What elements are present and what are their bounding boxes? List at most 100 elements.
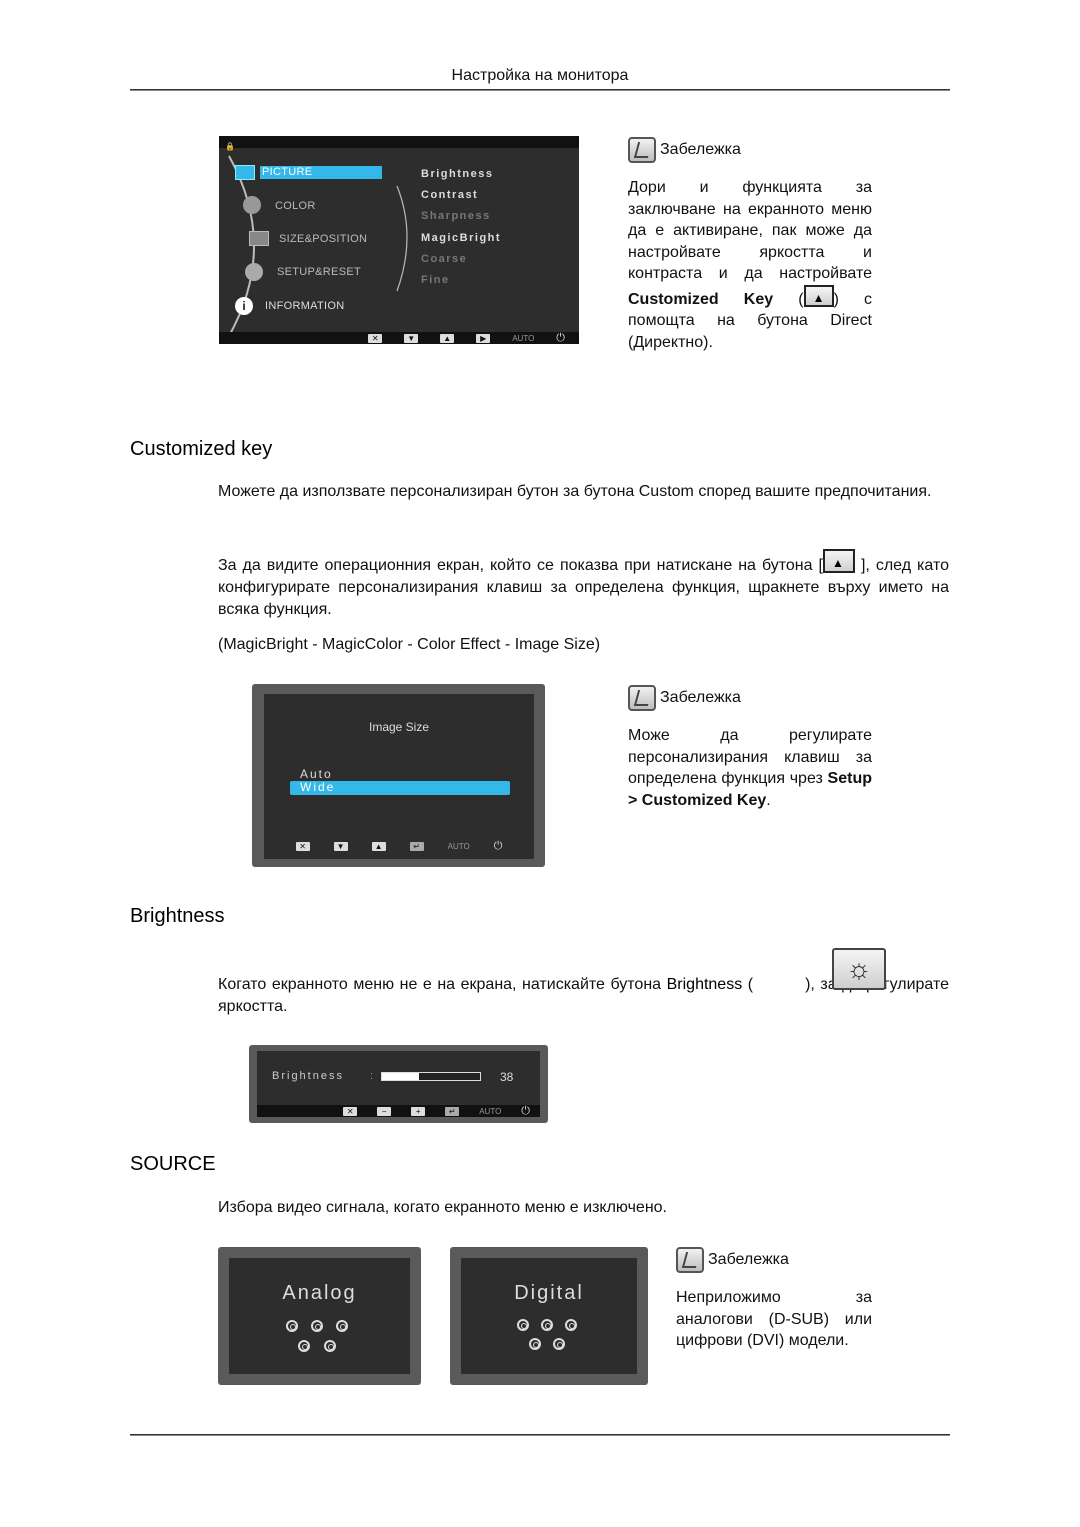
osd-item-brightness: Brightness [421, 168, 494, 180]
connector-pin-icon [324, 1340, 336, 1352]
paren-close: ) [594, 636, 601, 653]
function-magiccolor: MagicColor [322, 636, 403, 653]
plus-icon: + [411, 1106, 426, 1116]
separator: - [307, 636, 323, 653]
customized-key-paragraph-1: Можете да използвате персонализиран буто… [218, 483, 932, 500]
function-list: (MagicBright - MagicColor - Color Effect… [218, 634, 949, 656]
enter-icon: ↵ [445, 1106, 460, 1116]
enter-right-icon: ▶ [476, 333, 491, 343]
osd-screen: Analog [229, 1258, 410, 1374]
up-icon: ▲ [371, 841, 386, 851]
connector-pin-icon [311, 1320, 323, 1332]
connector-pin-icon [286, 1320, 298, 1332]
note-pencil-icon [676, 1247, 704, 1273]
osd-item-fine: Fine [421, 274, 450, 286]
page-header-title: Настройка на монитора [451, 67, 629, 84]
note-block-1: Забележка Дори и функцията за заключване… [628, 137, 872, 353]
gear-icon [245, 263, 263, 281]
enter-icon: ↵ [409, 841, 424, 851]
note-text: Неприложимо за аналогови (D-SUB) или циф… [676, 1289, 872, 1349]
brightness-slider-track [381, 1072, 481, 1081]
function-magicbright: MagicBright [223, 636, 308, 653]
connector-pin-icon [336, 1320, 348, 1332]
para-text: За да видите операционния екран, който с… [218, 557, 823, 574]
auto-label: AUTO [512, 333, 535, 343]
section-heading-customized-key: Customized key [130, 438, 273, 460]
connector-pin-icon [517, 1319, 529, 1331]
osd-option-auto: Auto [300, 767, 333, 781]
customized-key-paragraph-2: За да видите операционния екран, който с… [218, 549, 949, 621]
section-heading-brightness: Brightness [130, 905, 225, 927]
note-block-2: Забележка Може да регулирате персонализи… [628, 685, 872, 811]
connector-pin-icon [565, 1319, 577, 1331]
osd-category-color: COLOR [275, 200, 316, 212]
power-icon: ⏻ [521, 1104, 530, 1117]
header-divider [130, 89, 950, 91]
note-text-part: . [766, 791, 771, 809]
connector-pin-icon [541, 1319, 553, 1331]
osd-screen: Image Size Auto Wide ✕ ▼ ▲ ↵ AUTO ⏻ [264, 694, 534, 859]
osd-brightness-value: 38 [500, 1070, 514, 1084]
connector-pin-icon [553, 1338, 565, 1350]
brightness-sun-button-icon: ☼ [832, 948, 886, 990]
exit-icon: ✕ [368, 333, 383, 343]
brightness-term: Brightness [666, 976, 743, 993]
osd-option-wide: Wide [300, 780, 336, 794]
osd-source-digital: Digital [450, 1247, 648, 1385]
function-image-size: Image Size [514, 636, 595, 653]
separator: - [402, 636, 418, 653]
separator: - [500, 636, 515, 653]
connector-pin-icon [529, 1338, 541, 1350]
osd-category-information: INFORMATION [265, 300, 345, 312]
section-heading-source: SOURCE [130, 1153, 216, 1175]
osd-category-size-position: SIZE&POSITION [279, 233, 368, 245]
power-icon: ⏻ [556, 331, 565, 344]
down-icon: ▼ [404, 333, 419, 343]
osd-item-coarse: Coarse [421, 253, 468, 265]
osd-screen: Digital [461, 1258, 637, 1374]
note-pencil-icon [628, 137, 656, 163]
source-digital-title: Digital [514, 1282, 584, 1304]
osd-brightness-screenshot: Brightness : 38 ✕ − + ↵ AUTO ⏻ [249, 1045, 548, 1123]
custom-key-button-icon [803, 284, 834, 309]
note-header: Забележка [628, 685, 872, 711]
exit-icon: ✕ [343, 1106, 358, 1116]
minus-icon: − [377, 1106, 392, 1116]
osd-category-picture: PICTURE [260, 166, 382, 179]
note-block-3: Забележка Неприложимо за аналогови (D-SU… [676, 1247, 872, 1352]
source-analog-title: Analog [282, 1282, 357, 1304]
note-text-part: Дори и функцията за заключване на екранн… [628, 179, 872, 282]
note-title: Забележка [660, 141, 741, 158]
osd-item-sharpness: Sharpness [421, 210, 491, 222]
note-text: Може да регулирате персонализирания клав… [628, 725, 872, 811]
picture-icon [235, 165, 255, 180]
info-icon: i [235, 297, 253, 315]
function-color-effect: Color Effect [417, 636, 501, 653]
connector-pin-icon [298, 1340, 310, 1352]
power-icon: ⏻ [493, 839, 503, 852]
note-pencil-icon [628, 685, 656, 711]
brightness-slider-fill [382, 1073, 420, 1080]
auto-label: AUTO [447, 841, 470, 851]
osd-menu-screenshot: 🔒 PICTURE COLOR SIZE&POSITION SETUP&RESE… [219, 136, 579, 344]
customized-key-term: Customized Key [628, 290, 774, 308]
note-header: Забележка [628, 137, 872, 163]
down-icon: ▼ [333, 841, 348, 851]
osd-source-analog: Analog [218, 1247, 421, 1385]
osd-item-magicbright: MagicBright [421, 232, 502, 244]
osd-button-bar: ✕ ▼ ▲ ↵ AUTO ⏻ [264, 839, 534, 853]
size-position-icon [249, 231, 269, 246]
osd-category-setup-reset: SETUP&RESET [277, 266, 361, 278]
source-paragraph: Избора видео сигнала, когато екранното м… [218, 1199, 667, 1216]
footer-divider [130, 1434, 950, 1436]
osd-button-bar: ✕ ▼ ▲ ▶ AUTO ⏻ [219, 332, 579, 344]
note-title: Забележка [708, 1251, 789, 1268]
osd-item-contrast: Contrast [421, 189, 479, 201]
para-text: Когато екранното меню не е на екрана, на… [218, 976, 667, 993]
osd-separator: : [370, 1070, 374, 1082]
auto-label: AUTO [479, 1106, 502, 1116]
icon-spacer [753, 988, 805, 989]
osd-image-size-screenshot: Image Size Auto Wide ✕ ▼ ▲ ↵ AUTO ⏻ [252, 684, 545, 867]
osd-brightness-label: Brightness [272, 1070, 344, 1082]
color-palette-icon [243, 196, 261, 214]
